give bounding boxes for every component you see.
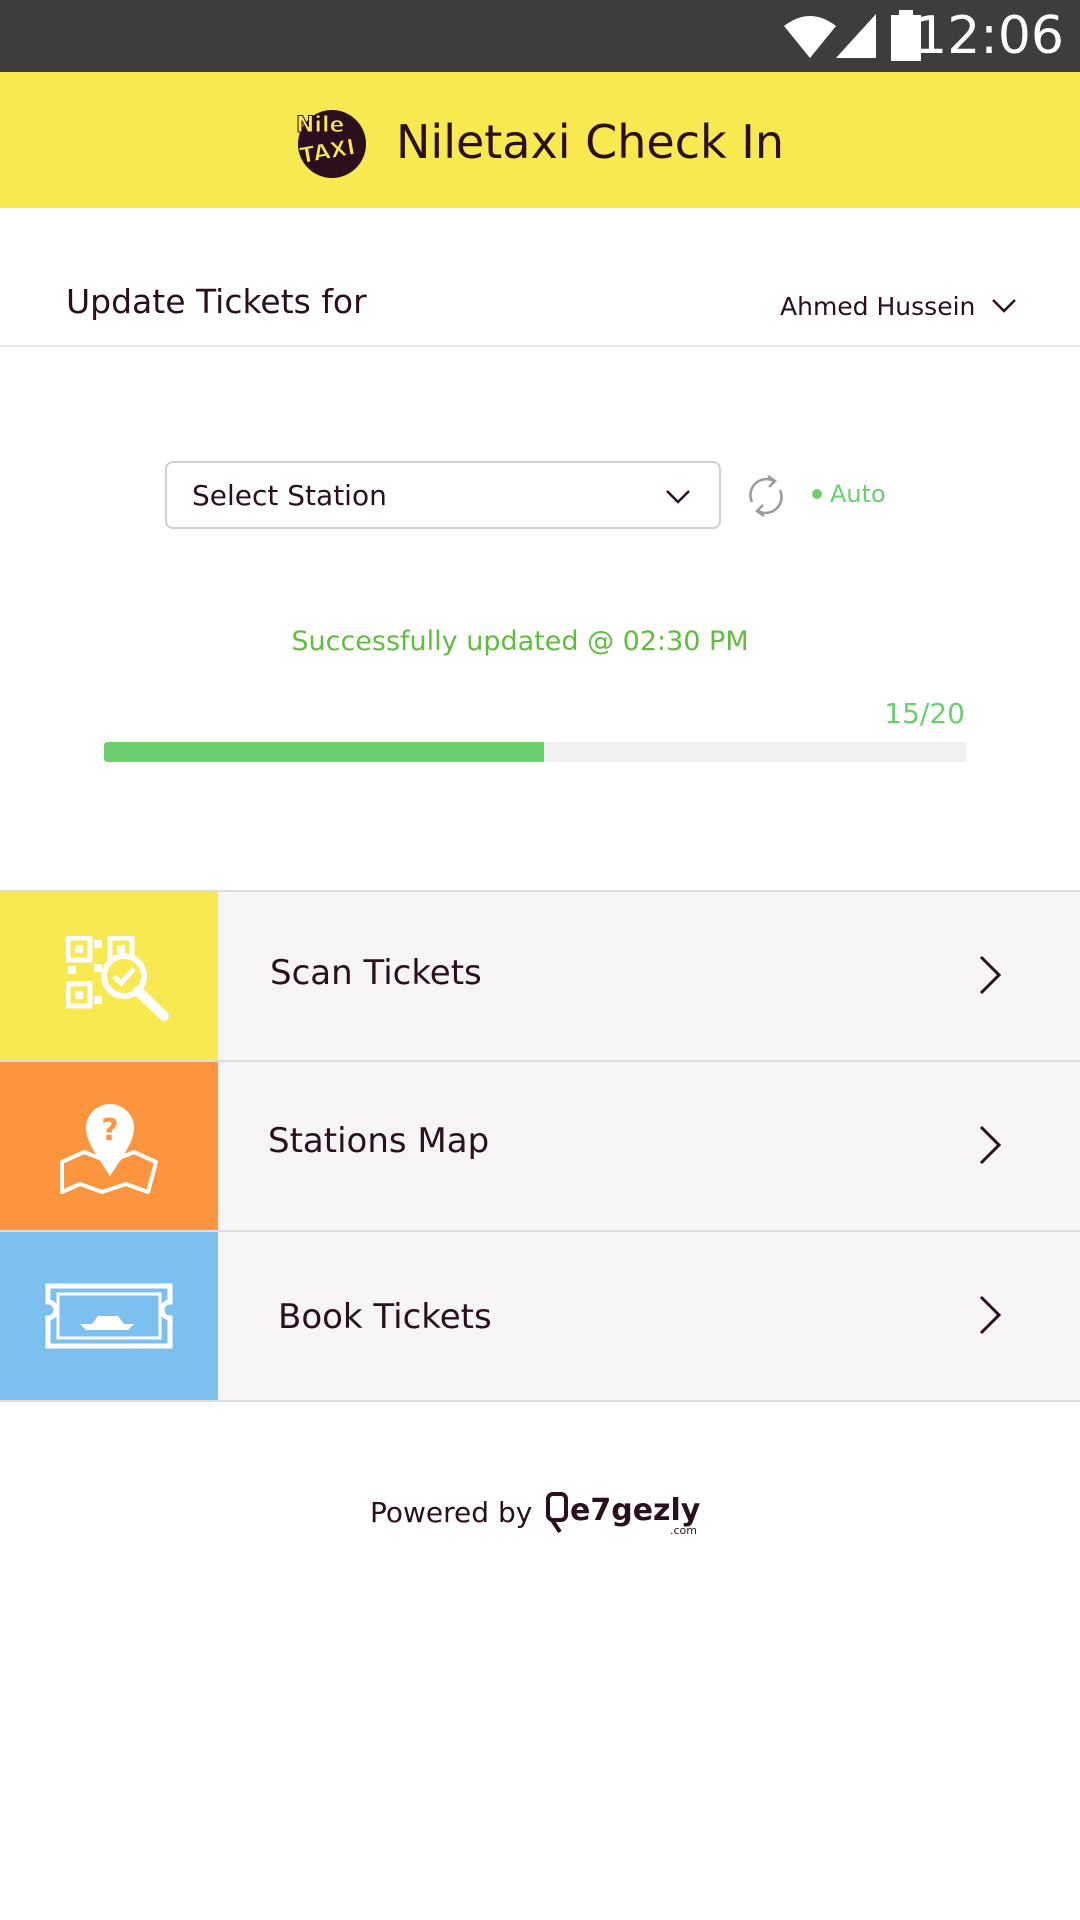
auto-toggle[interactable]: Auto bbox=[812, 480, 886, 508]
menu-item-label: Book Tickets bbox=[278, 1297, 492, 1337]
menu-icon-tile bbox=[0, 1232, 218, 1400]
menu-icon-tile bbox=[0, 892, 218, 1060]
map-question-icon: ? bbox=[60, 1104, 158, 1194]
svg-text:.com: .com bbox=[670, 1524, 697, 1536]
chevron-right-icon bbox=[979, 1295, 1002, 1335]
chevron-down-icon bbox=[992, 299, 1017, 313]
auto-status-dot bbox=[812, 489, 822, 499]
wifi-icon bbox=[784, 16, 836, 58]
update-status-message: Successfully updated @ 02:30 PM bbox=[291, 626, 749, 657]
station-select[interactable]: Select Station bbox=[165, 461, 721, 529]
station-select-placeholder: Select Station bbox=[192, 479, 387, 512]
user-name: Ahmed Hussein bbox=[780, 291, 976, 321]
update-tickets-label: Update Tickets for bbox=[66, 282, 367, 321]
svg-text:Nile: Nile bbox=[296, 113, 344, 138]
chevron-down-icon bbox=[666, 490, 690, 504]
auto-label: Auto bbox=[830, 480, 886, 508]
menu-icon-tile: ? bbox=[0, 1062, 218, 1230]
powered-by-label: Powered by bbox=[370, 1495, 533, 1529]
user-dropdown[interactable]: Ahmed Hussein bbox=[780, 286, 1017, 326]
menu-item-label: Stations Map bbox=[268, 1121, 490, 1161]
menu-item-scan-tickets[interactable]: Scan Tickets bbox=[0, 892, 1080, 1062]
qr-scan-icon bbox=[66, 936, 169, 1021]
refresh-icon[interactable] bbox=[744, 472, 788, 520]
menu-item-stations-map[interactable]: ? Stations Map bbox=[0, 1062, 1080, 1232]
niletaxi-logo: Nile TAXI bbox=[296, 110, 366, 178]
progress-bar-fill bbox=[104, 742, 544, 762]
boat-ticket-icon bbox=[45, 1283, 173, 1349]
status-bar: 12:06 bbox=[0, 0, 1080, 72]
menu-item-book-tickets[interactable]: Book Tickets bbox=[0, 1232, 1080, 1402]
footer: Powered by e7gezly .com bbox=[370, 1488, 718, 1536]
svg-text:?: ? bbox=[101, 1113, 118, 1148]
signal-icon bbox=[836, 14, 876, 58]
app-title: Niletaxi Check In bbox=[396, 115, 784, 169]
progress-count: 15/20 bbox=[884, 697, 965, 730]
status-time: 12:06 bbox=[914, 6, 1064, 66]
chevron-right-icon bbox=[979, 955, 1002, 995]
e7gezly-logo: e7gezly .com bbox=[546, 1492, 701, 1536]
chevron-right-icon bbox=[979, 1125, 1002, 1165]
menu-item-label: Scan Tickets bbox=[270, 953, 482, 993]
svg-text:e7gezly: e7gezly bbox=[570, 1493, 701, 1528]
divider bbox=[0, 345, 1080, 347]
main-menu: Scan Tickets ? Stations Map Book Tickets bbox=[0, 890, 1080, 1402]
progress-bar bbox=[104, 742, 966, 762]
